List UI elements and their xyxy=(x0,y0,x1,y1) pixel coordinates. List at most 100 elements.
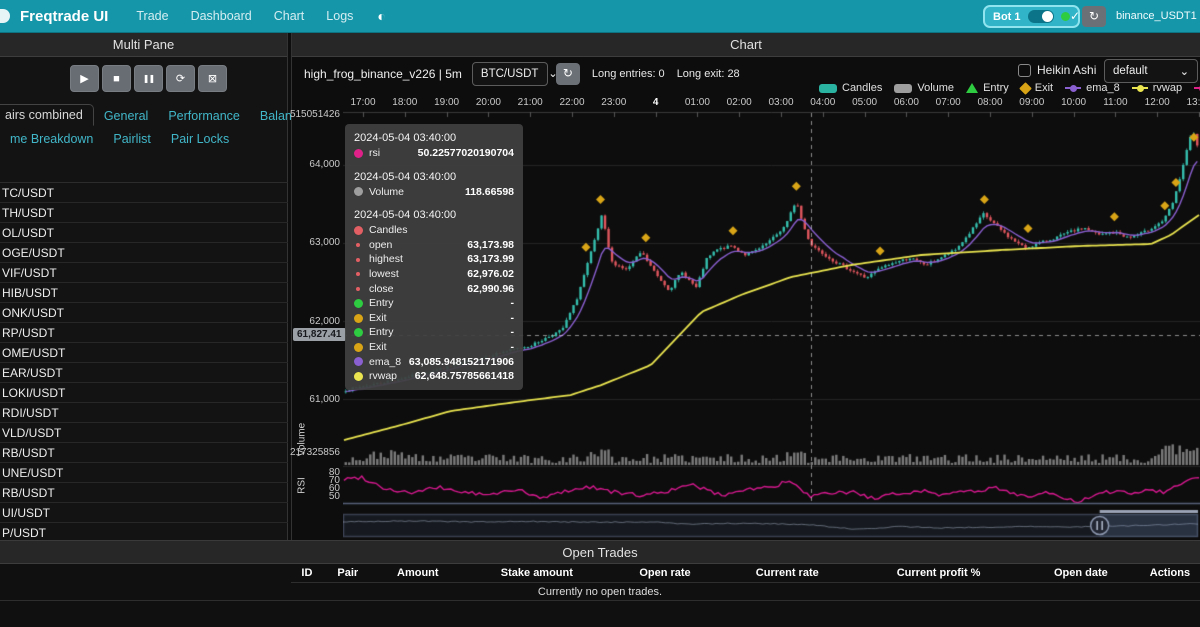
pair-list-item[interactable]: UI/USDT xyxy=(0,503,288,523)
pause-button[interactable]: ❚❚ xyxy=(134,65,163,92)
pair-list-item[interactable]: OL/USDT xyxy=(0,223,288,243)
nav-link-trade[interactable]: Trade xyxy=(136,9,168,23)
navbar: Freqtrade UI Trade Dashboard Chart Logs ◐ B… xyxy=(0,0,1200,33)
legend-item-entry[interactable]: Entry xyxy=(966,82,1009,94)
chart-legend: CandlesVolumeEntryExitema_8rvwaprsiTrade xyxy=(819,81,1200,95)
tooltip-value: 62,990.96 xyxy=(467,282,514,295)
tab-me-breakdown[interactable]: me Breakdown xyxy=(0,129,103,149)
legend-item-rsi[interactable]: rsi xyxy=(1194,82,1200,94)
tab-pairlist[interactable]: Pairlist xyxy=(103,129,161,149)
time-axis-label: 08:00 xyxy=(977,97,1003,108)
pair-list-item[interactable]: HIB/USDT xyxy=(0,283,288,303)
pair-list-item[interactable]: TC/USDT xyxy=(0,183,288,203)
legend-label: Exit xyxy=(1034,82,1054,94)
pair-list-item[interactable]: VIF/USDT xyxy=(0,263,288,283)
bot-toggle[interactable] xyxy=(1027,10,1054,23)
legend-item-rvwap[interactable]: rvwap xyxy=(1131,82,1183,94)
time-axis-label: 11:00 xyxy=(1103,97,1128,108)
legend-item-exit[interactable]: Exit xyxy=(1018,81,1054,95)
tab-general[interactable]: General xyxy=(94,106,158,126)
column-header-pair: Pair xyxy=(337,567,359,579)
pair-list-item[interactable]: LOKI/USDT xyxy=(0,383,288,403)
pair-list-item[interactable]: OGE/USDT xyxy=(0,243,288,263)
pair-list-item[interactable]: RB/USDT xyxy=(0,443,288,463)
pair-list-item[interactable]: RP/USDT xyxy=(0,323,288,343)
exit-icon xyxy=(1018,81,1032,95)
chart-refresh-button[interactable]: ↻ xyxy=(555,62,580,85)
tooltip-row-rsi: rsi 50.22577020190704 xyxy=(354,146,514,161)
plot-config-value: default xyxy=(1113,65,1148,77)
pair-list-item[interactable]: VLD/USDT xyxy=(0,423,288,443)
time-axis-label: 19:00 xyxy=(434,97,460,108)
time-axis-label: 12:00 xyxy=(1144,97,1170,108)
tab-pair-locks[interactable]: Pair Locks xyxy=(161,129,239,149)
tooltip-timestamp: 2024-05-04 03:40:00 xyxy=(354,170,457,183)
time-axis-label: 22:00 xyxy=(559,97,585,108)
bot-instance-label: binance_USDT1 xyxy=(1116,10,1197,22)
plot-config-dropdown[interactable]: default ⌄ xyxy=(1104,59,1198,83)
close-window-button[interactable]: ⊠ xyxy=(198,65,227,92)
tab-airs-combined[interactable]: airs combined xyxy=(0,104,94,126)
pair-list-item[interactable]: RB/USDT xyxy=(0,483,288,503)
pair-dropdown[interactable]: BTC/USDT ⌄ xyxy=(471,61,558,86)
volume-icon xyxy=(894,83,913,93)
open-trades-section: Open Trades ID Pair Amount Stake amount Open… xyxy=(0,540,1200,627)
tooltip-timestamp: 2024-05-04 03:40:00 xyxy=(354,132,457,144)
tooltip-value: 63,173.98 xyxy=(467,238,514,251)
time-axis-label: 21:00 xyxy=(517,97,543,108)
tab-performance[interactable]: Performance xyxy=(158,106,250,126)
pair-dropdown-value: BTC/USDT xyxy=(480,67,539,80)
stop-button[interactable]: ■ xyxy=(102,65,131,92)
legend-item-volume[interactable]: Volume xyxy=(894,82,954,94)
tooltip-row-ema_8: ema_8 63,085.948152171906 xyxy=(354,355,514,370)
theme-toggle-icon[interactable]: ◐ xyxy=(377,8,385,24)
tooltip-label: highest xyxy=(369,253,403,266)
legend-item-ema_8[interactable]: ema_8 xyxy=(1065,82,1120,94)
tooltip-value: - xyxy=(510,297,515,310)
series-dot-icon xyxy=(354,371,363,381)
nav-link-logs[interactable]: Logs xyxy=(326,9,353,23)
time-axis-label: 01:00 xyxy=(684,97,710,108)
time-axis-label: 4 xyxy=(652,97,659,108)
nav-links: Trade Dashboard Chart Logs xyxy=(136,7,375,25)
series-dot-icon xyxy=(356,286,360,291)
time-axis-label: 06:00 xyxy=(893,97,919,108)
tooltip-label: Volume xyxy=(369,185,405,198)
column-header-actions: Actions xyxy=(1149,567,1191,579)
tooltip-row-highest: highest 63,173.99 xyxy=(354,252,514,267)
tooltip-row-exit: Exit - xyxy=(354,340,514,355)
nav-link-dashboard[interactable]: Dashboard xyxy=(191,9,252,23)
legend-item-candles[interactable]: Candles xyxy=(819,82,882,94)
freqtrade-logo xyxy=(0,9,10,23)
pane-tabs-row1: airs combined General Performance Balance xyxy=(0,101,305,126)
column-header-id: ID xyxy=(301,567,313,579)
tooltip-row-lowest: lowest 62,976.02 xyxy=(354,267,514,282)
pair-list-item[interactable]: EAR/USDT xyxy=(0,363,288,383)
column-header-stake-amount: Stake amount xyxy=(500,567,573,579)
tooltip-row-open: open 63,173.98 xyxy=(354,238,514,253)
pair-list-item[interactable]: OME/USDT xyxy=(0,343,288,363)
legend-label: Entry xyxy=(983,82,1009,94)
pair-list-item[interactable]: ONK/USDT xyxy=(0,303,288,323)
play-button[interactable]: ▶ xyxy=(70,65,99,92)
time-axis-label: 13:00 xyxy=(1186,97,1200,108)
multi-pane-title: Multi Pane xyxy=(0,33,287,57)
price-axis-label: 64,000 xyxy=(309,159,340,170)
time-axis-label: 23:00 xyxy=(601,97,627,108)
open-trades-header-row: ID Pair Amount Stake amount Open rate Current… xyxy=(291,564,1200,583)
column-header-current-profit-: Current profit % xyxy=(896,567,981,579)
price-axis-label: 61,000 xyxy=(309,394,340,405)
pair-list-item[interactable]: UNE/USDT xyxy=(0,463,288,483)
series-dot-icon xyxy=(354,357,363,367)
heikin-ashi-checkbox[interactable] xyxy=(1018,63,1031,77)
nav-link-chart[interactable]: Chart xyxy=(274,9,305,23)
legend-label: rvwap xyxy=(1152,82,1183,94)
pane-tabs-row2: me Breakdown Pairlist Pair Locks xyxy=(0,126,287,151)
reload-button[interactable]: ⟳ xyxy=(166,65,195,92)
refresh-button[interactable]: ↻ xyxy=(1082,6,1106,27)
tooltip-row-exit: Exit - xyxy=(354,311,514,326)
bot-selector[interactable]: Bot 1 xyxy=(983,5,1080,28)
tooltip-value: 50.22577020190704 xyxy=(417,147,514,159)
pair-list-item[interactable]: TH/USDT xyxy=(0,203,288,223)
pair-list-item[interactable]: RDI/USDT xyxy=(0,403,288,423)
